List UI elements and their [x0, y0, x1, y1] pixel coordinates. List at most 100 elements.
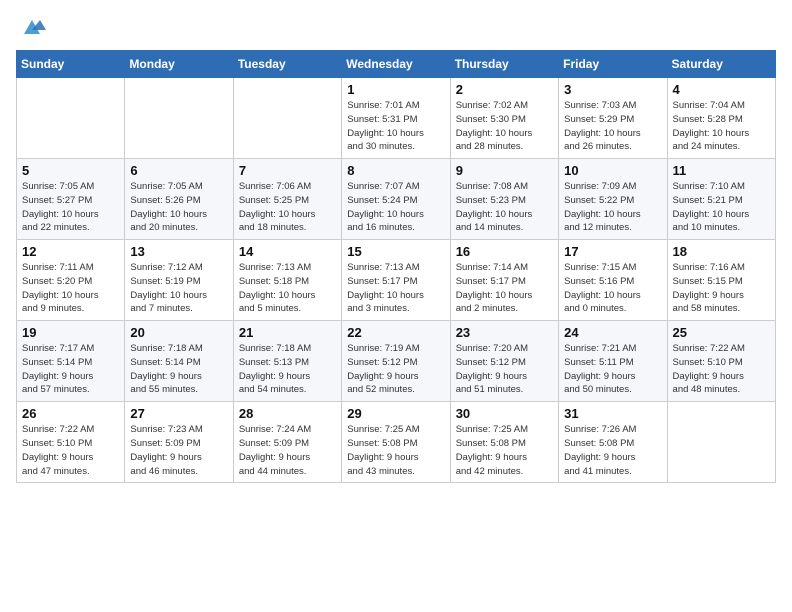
- calendar-cell: 25 Sunrise: 7:22 AM Sunset: 5:10 PM Dayli…: [667, 321, 775, 402]
- calendar-cell: 28 Sunrise: 7:24 AM Sunset: 5:09 PM Dayli…: [233, 402, 341, 483]
- calendar-cell: 20Sunrise: 7:18 AM Sunset: 5:14 PM Dayli…: [125, 321, 233, 402]
- day-info: Sunrise: 7:18 AM Sunset: 5:14 PM Dayligh…: [130, 342, 227, 397]
- calendar-cell: 3 Sunrise: 7:03 AM Sunset: 5:29 PM Daylig…: [559, 78, 667, 159]
- weekday-header-thursday: Thursday: [450, 51, 558, 78]
- calendar-cell: 2Sunrise: 7:02 AM Sunset: 5:30 PM Daylig…: [450, 78, 558, 159]
- day-number: 29: [347, 406, 444, 421]
- weekday-header-sunday: Sunday: [17, 51, 125, 78]
- calendar-cell: 8 Sunrise: 7:07 AM Sunset: 5:24 PM Daylig…: [342, 159, 450, 240]
- day-info: Sunrise: 7:24 AM Sunset: 5:09 PM Dayligh…: [239, 423, 336, 478]
- calendar-cell: 24 Sunrise: 7:21 AM Sunset: 5:11 PM Dayli…: [559, 321, 667, 402]
- day-info: Sunrise: 7:14 AM Sunset: 5:17 PM Dayligh…: [456, 261, 553, 316]
- day-info: Sunrise: 7:13 AM Sunset: 5:18 PM Dayligh…: [239, 261, 336, 316]
- day-info: Sunrise: 7:18 AM Sunset: 5:13 PM Dayligh…: [239, 342, 336, 397]
- calendar-cell: 23Sunrise: 7:20 AM Sunset: 5:12 PM Dayli…: [450, 321, 558, 402]
- calendar-cell: 10Sunrise: 7:09 AM Sunset: 5:22 PM Dayli…: [559, 159, 667, 240]
- day-number: 13: [130, 244, 227, 259]
- calendar-cell: 12Sunrise: 7:11 AM Sunset: 5:20 PM Dayli…: [17, 240, 125, 321]
- day-number: 22: [347, 325, 444, 340]
- day-info: Sunrise: 7:20 AM Sunset: 5:12 PM Dayligh…: [456, 342, 553, 397]
- calendar-cell: 21 Sunrise: 7:18 AM Sunset: 5:13 PM Dayli…: [233, 321, 341, 402]
- day-info: Sunrise: 7:13 AM Sunset: 5:17 PM Dayligh…: [347, 261, 444, 316]
- calendar-cell: 5 Sunrise: 7:05 AM Sunset: 5:27 PM Daylig…: [17, 159, 125, 240]
- calendar-cell: 6 Sunrise: 7:05 AM Sunset: 5:26 PM Daylig…: [125, 159, 233, 240]
- day-info: Sunrise: 7:22 AM Sunset: 5:10 PM Dayligh…: [22, 423, 119, 478]
- day-number: 30: [456, 406, 553, 421]
- day-number: 17: [564, 244, 661, 259]
- day-info: Sunrise: 7:23 AM Sunset: 5:09 PM Dayligh…: [130, 423, 227, 478]
- day-info: Sunrise: 7:08 AM Sunset: 5:23 PM Dayligh…: [456, 180, 553, 235]
- weekday-header-wednesday: Wednesday: [342, 51, 450, 78]
- day-number: 2: [456, 82, 553, 97]
- page-header: [16, 16, 776, 38]
- weekday-header-saturday: Saturday: [667, 51, 775, 78]
- day-number: 21: [239, 325, 336, 340]
- calendar-cell: [125, 78, 233, 159]
- day-number: 3: [564, 82, 661, 97]
- day-number: 9: [456, 163, 553, 178]
- day-number: 24: [564, 325, 661, 340]
- day-number: 15: [347, 244, 444, 259]
- calendar-cell: [17, 78, 125, 159]
- calendar-cell: 16 Sunrise: 7:14 AM Sunset: 5:17 PM Dayli…: [450, 240, 558, 321]
- day-info: Sunrise: 7:07 AM Sunset: 5:24 PM Dayligh…: [347, 180, 444, 235]
- day-info: Sunrise: 7:03 AM Sunset: 5:29 PM Dayligh…: [564, 99, 661, 154]
- calendar-cell: [233, 78, 341, 159]
- day-info: Sunrise: 7:05 AM Sunset: 5:26 PM Dayligh…: [130, 180, 227, 235]
- calendar-cell: 19 Sunrise: 7:17 AM Sunset: 5:14 PM Dayli…: [17, 321, 125, 402]
- calendar-cell: 22 Sunrise: 7:19 AM Sunset: 5:12 PM Dayli…: [342, 321, 450, 402]
- calendar-cell: 31Sunrise: 7:26 AM Sunset: 5:08 PM Dayli…: [559, 402, 667, 483]
- day-number: 27: [130, 406, 227, 421]
- day-info: Sunrise: 7:25 AM Sunset: 5:08 PM Dayligh…: [456, 423, 553, 478]
- calendar-cell: 11 Sunrise: 7:10 AM Sunset: 5:21 PM Dayli…: [667, 159, 775, 240]
- calendar-cell: 9 Sunrise: 7:08 AM Sunset: 5:23 PM Daylig…: [450, 159, 558, 240]
- day-info: Sunrise: 7:06 AM Sunset: 5:25 PM Dayligh…: [239, 180, 336, 235]
- logo: [16, 16, 46, 38]
- day-info: Sunrise: 7:21 AM Sunset: 5:11 PM Dayligh…: [564, 342, 661, 397]
- calendar-cell: [667, 402, 775, 483]
- day-number: 26: [22, 406, 119, 421]
- calendar-cell: 18 Sunrise: 7:16 AM Sunset: 5:15 PM Dayli…: [667, 240, 775, 321]
- day-number: 7: [239, 163, 336, 178]
- day-info: Sunrise: 7:16 AM Sunset: 5:15 PM Dayligh…: [673, 261, 770, 316]
- day-number: 19: [22, 325, 119, 340]
- day-info: Sunrise: 7:15 AM Sunset: 5:16 PM Dayligh…: [564, 261, 661, 316]
- day-number: 28: [239, 406, 336, 421]
- calendar-cell: 7 Sunrise: 7:06 AM Sunset: 5:25 PM Daylig…: [233, 159, 341, 240]
- calendar-cell: 26 Sunrise: 7:22 AM Sunset: 5:10 PM Dayli…: [17, 402, 125, 483]
- day-info: Sunrise: 7:11 AM Sunset: 5:20 PM Dayligh…: [22, 261, 119, 316]
- day-info: Sunrise: 7:09 AM Sunset: 5:22 PM Dayligh…: [564, 180, 661, 235]
- day-info: Sunrise: 7:04 AM Sunset: 5:28 PM Dayligh…: [673, 99, 770, 154]
- day-info: Sunrise: 7:10 AM Sunset: 5:21 PM Dayligh…: [673, 180, 770, 235]
- day-info: Sunrise: 7:19 AM Sunset: 5:12 PM Dayligh…: [347, 342, 444, 397]
- calendar-table: SundayMondayTuesdayWednesdayThursdayFrid…: [16, 50, 776, 483]
- calendar-cell: 27 Sunrise: 7:23 AM Sunset: 5:09 PM Dayli…: [125, 402, 233, 483]
- day-info: Sunrise: 7:12 AM Sunset: 5:19 PM Dayligh…: [130, 261, 227, 316]
- calendar-cell: 13 Sunrise: 7:12 AM Sunset: 5:19 PM Dayli…: [125, 240, 233, 321]
- day-number: 8: [347, 163, 444, 178]
- day-info: Sunrise: 7:17 AM Sunset: 5:14 PM Dayligh…: [22, 342, 119, 397]
- day-info: Sunrise: 7:05 AM Sunset: 5:27 PM Dayligh…: [22, 180, 119, 235]
- weekday-header-monday: Monday: [125, 51, 233, 78]
- day-info: Sunrise: 7:01 AM Sunset: 5:31 PM Dayligh…: [347, 99, 444, 154]
- day-info: Sunrise: 7:26 AM Sunset: 5:08 PM Dayligh…: [564, 423, 661, 478]
- day-number: 1: [347, 82, 444, 97]
- calendar-cell: 4 Sunrise: 7:04 AM Sunset: 5:28 PM Daylig…: [667, 78, 775, 159]
- day-info: Sunrise: 7:25 AM Sunset: 5:08 PM Dayligh…: [347, 423, 444, 478]
- calendar-cell: 1 Sunrise: 7:01 AM Sunset: 5:31 PM Daylig…: [342, 78, 450, 159]
- calendar-cell: 29 Sunrise: 7:25 AM Sunset: 5:08 PM Dayli…: [342, 402, 450, 483]
- calendar-cell: 30 Sunrise: 7:25 AM Sunset: 5:08 PM Dayli…: [450, 402, 558, 483]
- calendar-cell: 15 Sunrise: 7:13 AM Sunset: 5:17 PM Dayli…: [342, 240, 450, 321]
- day-number: 16: [456, 244, 553, 259]
- day-number: 25: [673, 325, 770, 340]
- weekday-header-tuesday: Tuesday: [233, 51, 341, 78]
- day-number: 14: [239, 244, 336, 259]
- logo-icon: [18, 16, 46, 38]
- day-number: 11: [673, 163, 770, 178]
- day-number: 6: [130, 163, 227, 178]
- day-number: 4: [673, 82, 770, 97]
- day-number: 5: [22, 163, 119, 178]
- day-number: 18: [673, 244, 770, 259]
- day-info: Sunrise: 7:22 AM Sunset: 5:10 PM Dayligh…: [673, 342, 770, 397]
- calendar-cell: 17 Sunrise: 7:15 AM Sunset: 5:16 PM Dayli…: [559, 240, 667, 321]
